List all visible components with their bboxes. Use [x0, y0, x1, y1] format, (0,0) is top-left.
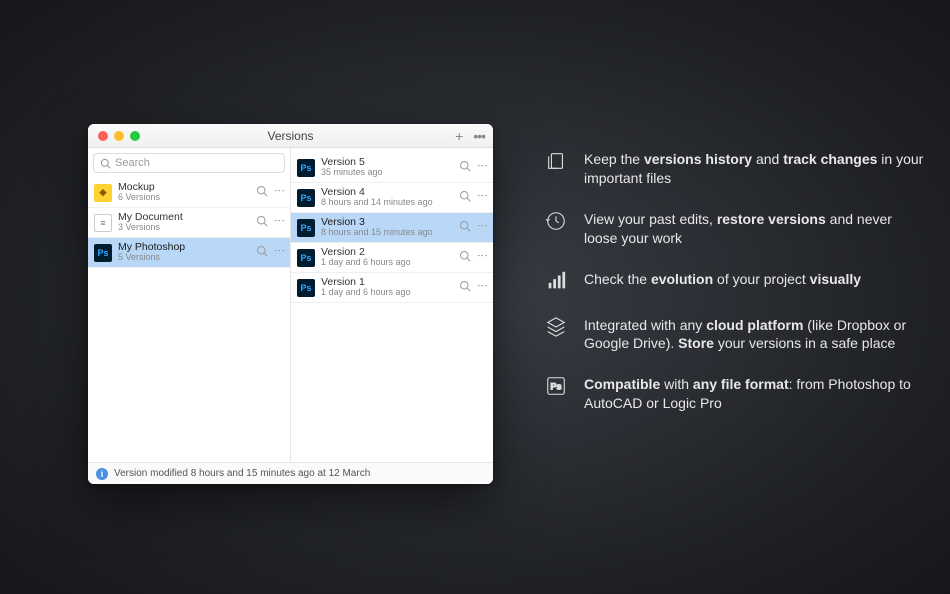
quicklook-icon[interactable]	[256, 245, 268, 260]
row-more-icon[interactable]: ⋮	[476, 250, 487, 265]
file-versions-count: 6 Versions	[118, 193, 250, 203]
row-more-icon[interactable]: ⋮	[476, 160, 487, 175]
search-input[interactable]: Search	[93, 153, 285, 173]
quicklook-icon[interactable]	[459, 160, 471, 175]
feature-list: Keep the versions history and track chan…	[544, 150, 924, 435]
add-button[interactable]: +	[455, 128, 463, 144]
status-bar: i Version modified 8 hours and 15 minute…	[88, 462, 493, 484]
version-time: 1 day and 6 hours ago	[321, 288, 453, 298]
restore-icon	[544, 210, 568, 234]
version-file-icon: Ps	[297, 189, 315, 207]
feature-text: Compatible with any file format: from Ph…	[584, 375, 924, 413]
row-more-icon[interactable]: ⋮	[273, 185, 284, 200]
file-row[interactable]: Ps My Photoshop 5 Versions ⋮	[88, 238, 290, 268]
titlebar: Versions + •••	[88, 124, 493, 148]
version-row[interactable]: Ps Version 5 35 minutes ago ⋮	[291, 153, 493, 183]
versions-icon	[544, 150, 568, 174]
row-more-icon[interactable]: ⋮	[476, 220, 487, 235]
file-versions-count: 5 Versions	[118, 253, 250, 263]
version-row[interactable]: Ps Version 1 1 day and 6 hours ago ⋮	[291, 273, 493, 303]
files-column: Search ◆ Mockup 6 Versions ⋮ ≡ My Docume…	[88, 148, 291, 462]
version-file-icon: Ps	[297, 279, 315, 297]
row-more-icon[interactable]: ⋮	[273, 245, 284, 260]
chart-icon	[544, 270, 568, 294]
feature-item: Integrated with any cloud platform (like…	[544, 316, 924, 354]
file-row[interactable]: ≡ My Document 3 Versions ⋮	[88, 208, 290, 238]
cloud-icon	[544, 316, 568, 340]
more-button[interactable]: •••	[473, 128, 485, 144]
window-title: Versions	[88, 129, 493, 143]
file-row[interactable]: ◆ Mockup 6 Versions ⋮	[88, 178, 290, 208]
quicklook-icon[interactable]	[256, 215, 268, 230]
version-row[interactable]: Ps Version 3 8 hours and 15 minutes ago …	[291, 213, 493, 243]
version-time: 8 hours and 14 minutes ago	[321, 198, 453, 208]
version-file-icon: Ps	[297, 249, 315, 267]
feature-text: View your past edits, restore versions a…	[584, 210, 924, 248]
quicklook-icon[interactable]	[459, 280, 471, 295]
feature-text: Check the evolution of your project visu…	[584, 270, 924, 294]
feature-item: View your past edits, restore versions a…	[544, 210, 924, 248]
version-row[interactable]: Ps Version 2 1 day and 6 hours ago ⋮	[291, 243, 493, 273]
search-placeholder: Search	[115, 157, 150, 169]
feature-item: Check the evolution of your project visu…	[544, 270, 924, 294]
file-type-icon: Ps	[94, 244, 112, 262]
quicklook-icon[interactable]	[459, 250, 471, 265]
version-time: 35 minutes ago	[321, 168, 453, 178]
versions-column: Ps Version 5 35 minutes ago ⋮ Ps Version…	[291, 148, 493, 462]
row-more-icon[interactable]: ⋮	[476, 280, 487, 295]
quicklook-icon[interactable]	[459, 190, 471, 205]
search-icon	[100, 158, 111, 169]
feature-item: Keep the versions history and track chan…	[544, 150, 924, 188]
quicklook-icon[interactable]	[459, 220, 471, 235]
info-icon: i	[96, 468, 108, 480]
version-file-icon: Ps	[297, 159, 315, 177]
version-row[interactable]: Ps Version 4 8 hours and 14 minutes ago …	[291, 183, 493, 213]
file-type-icon: ◆	[94, 184, 112, 202]
feature-item: Ps Compatible with any file format: from…	[544, 375, 924, 413]
feature-text: Integrated with any cloud platform (like…	[584, 316, 924, 354]
row-more-icon[interactable]: ⋮	[273, 215, 284, 230]
version-time: 8 hours and 15 minutes ago	[321, 228, 453, 238]
version-file-icon: Ps	[297, 219, 315, 237]
version-time: 1 day and 6 hours ago	[321, 258, 453, 268]
status-text: Version modified 8 hours and 15 minutes …	[114, 468, 370, 479]
compat-icon: Ps	[544, 375, 568, 399]
feature-text: Keep the versions history and track chan…	[584, 150, 924, 188]
row-more-icon[interactable]: ⋮	[476, 190, 487, 205]
app-window: Versions + ••• Search ◆ Mockup 6 Version…	[88, 124, 493, 484]
quicklook-icon[interactable]	[256, 185, 268, 200]
svg-text:Ps: Ps	[550, 382, 561, 392]
file-versions-count: 3 Versions	[118, 223, 250, 233]
file-type-icon: ≡	[94, 214, 112, 232]
